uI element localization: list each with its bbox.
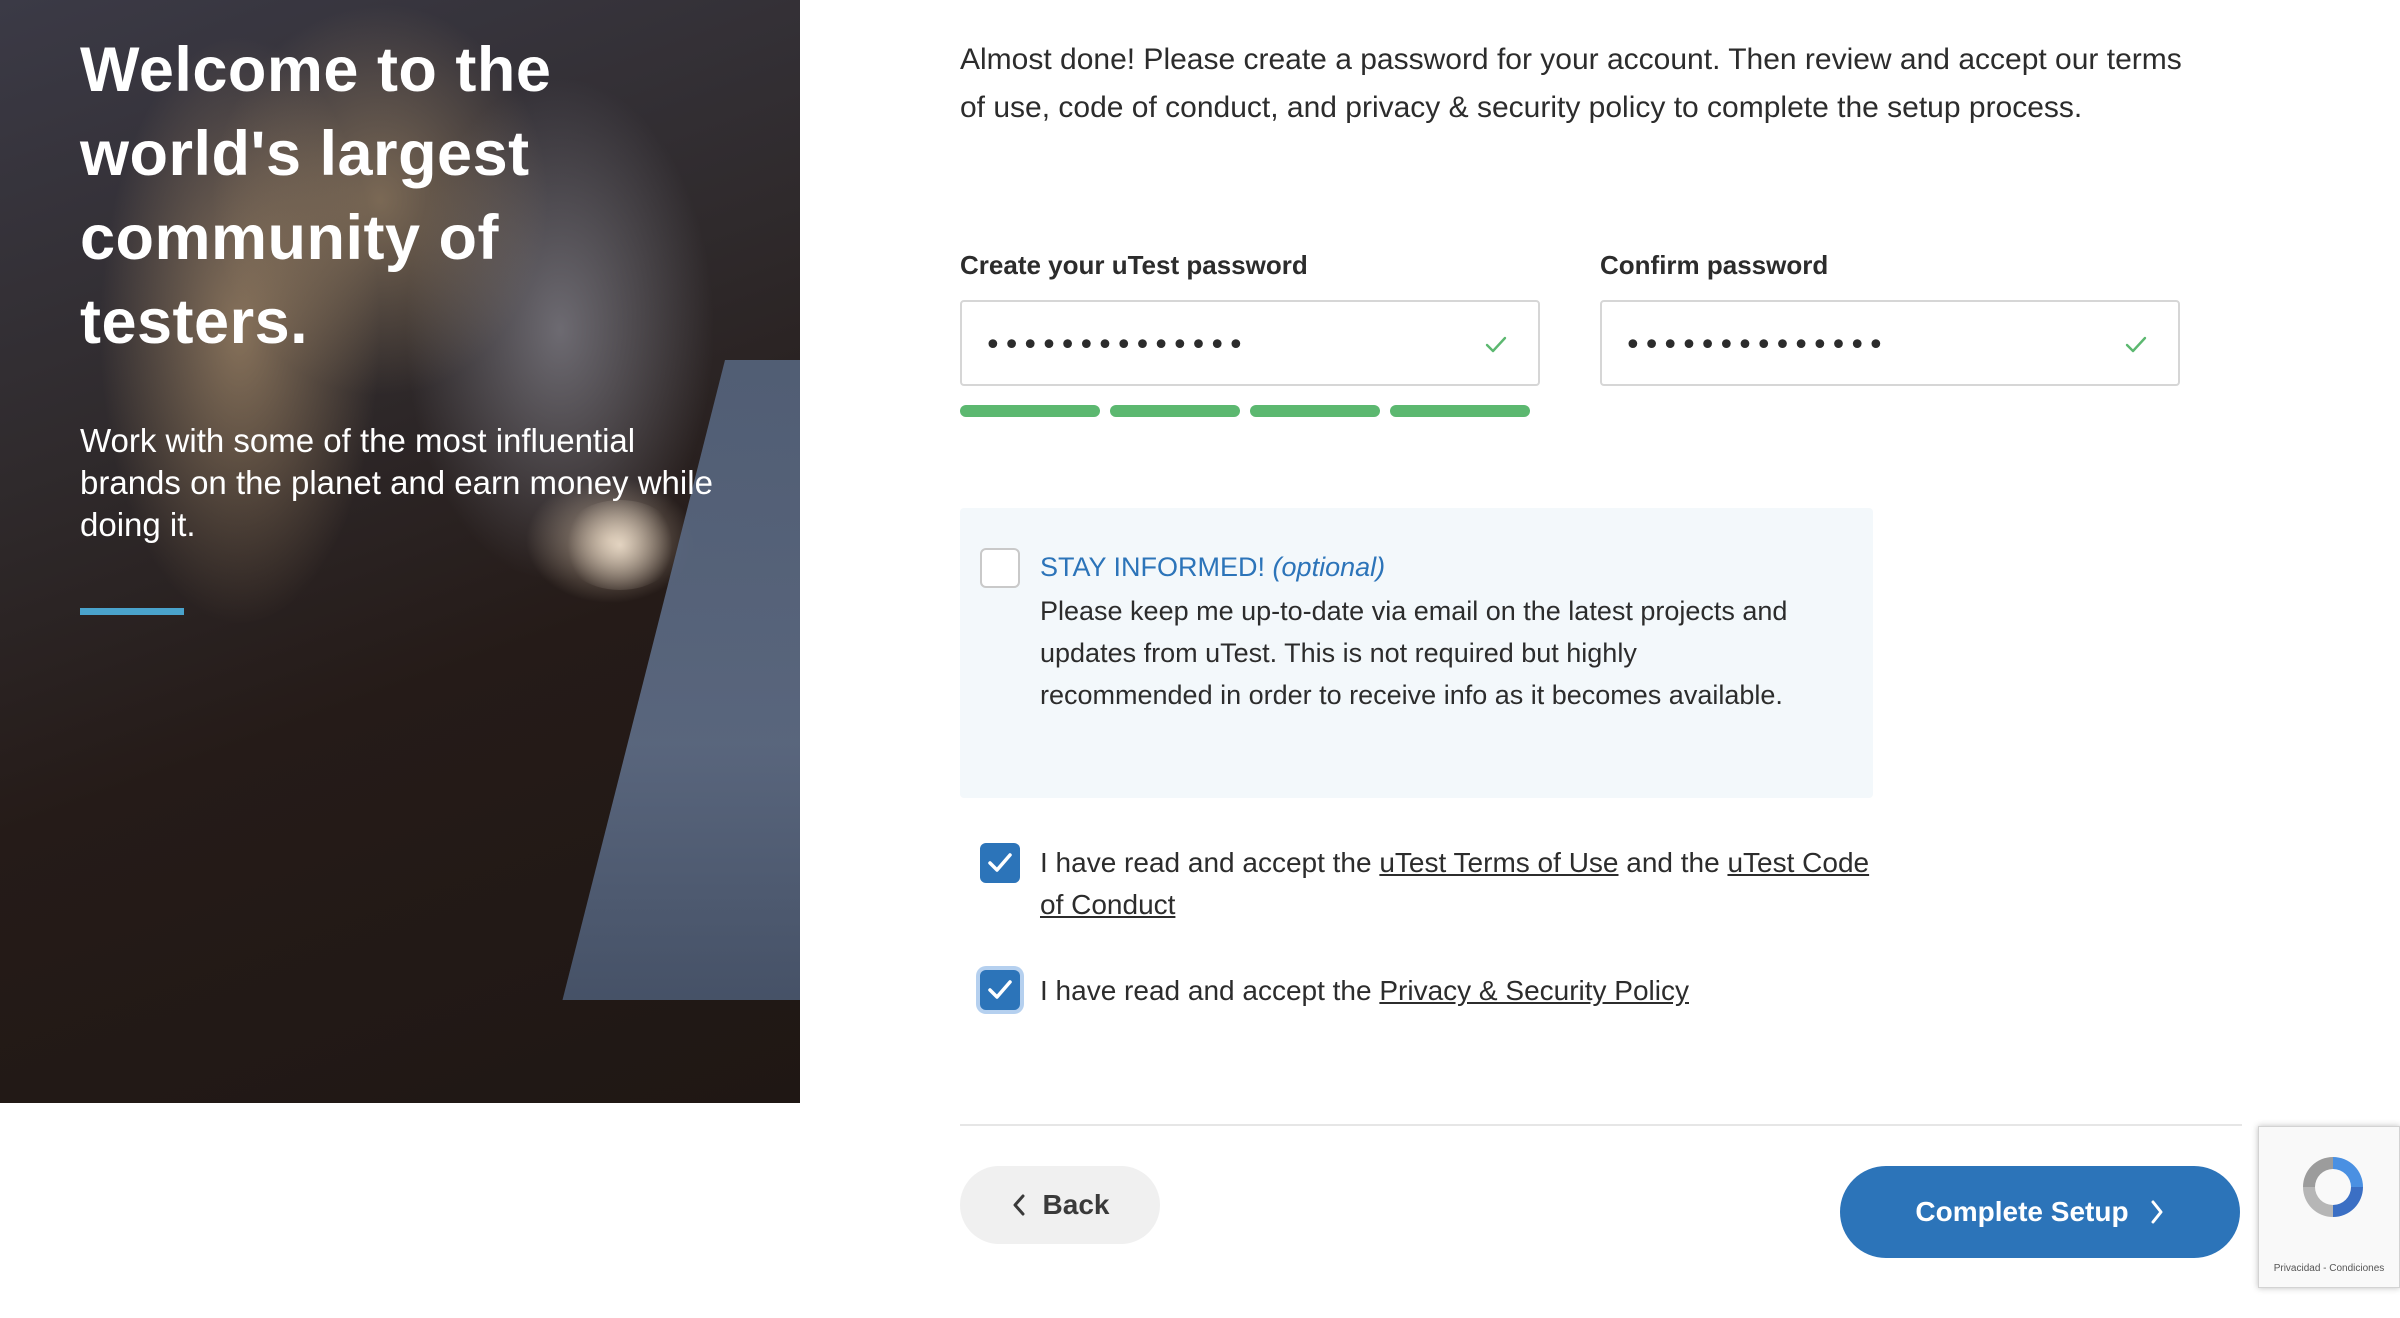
recaptcha-links[interactable]: Privacidad - Condiciones: [2259, 1263, 2399, 1274]
back-button[interactable]: Back: [960, 1166, 1160, 1244]
chevron-right-icon: [2151, 1200, 2163, 1224]
stay-informed-optional-tag: (optional): [1272, 552, 1386, 582]
confirm-password-value: ••••••••••••••: [1624, 328, 1886, 363]
check-icon: [1485, 336, 1507, 353]
recaptcha-icon: [2303, 1157, 2363, 1217]
terms-acceptance-text: I have read and accept the uTest Terms o…: [1040, 842, 1890, 926]
hero-subtitle: Work with some of the most influential b…: [80, 422, 713, 543]
terms-middle: and the: [1626, 847, 1720, 878]
stay-informed-heading: STAY INFORMED!: [1040, 552, 1266, 582]
confirm-password-label: Confirm password: [1600, 250, 1829, 280]
complete-setup-button[interactable]: Complete Setup: [1840, 1166, 2240, 1258]
privacy-prefix: I have read and accept the: [1040, 975, 1372, 1006]
terms-checkbox[interactable]: [980, 843, 1020, 883]
chevron-left-icon: [1013, 1194, 1025, 1216]
checkmark-icon: [988, 853, 1012, 872]
password-strength-meter: [960, 405, 1540, 417]
privacy-acceptance-text: I have read and accept the Privacy & Sec…: [1040, 970, 1890, 1012]
stay-informed-description: Please keep me up-to-date via email on t…: [1040, 596, 1788, 710]
hero-panel: Welcome to the world's largest community…: [0, 0, 800, 1103]
recaptcha-badge[interactable]: Privacidad - Condiciones: [2258, 1126, 2400, 1288]
terms-of-use-link[interactable]: uTest Terms of Use: [1379, 847, 1618, 878]
complete-setup-label: Complete Setup: [1915, 1196, 2129, 1227]
password-value: ••••••••••••••: [984, 328, 1246, 363]
strength-segment: [1250, 405, 1380, 417]
confirm-password-field[interactable]: ••••••••••••••: [1600, 300, 2180, 386]
hero-title: Welcome to the world's largest community…: [80, 35, 552, 357]
stay-informed-title: STAY INFORMED! (optional): [1040, 552, 1385, 583]
stay-informed-panel: STAY INFORMED! (optional) Please keep me…: [960, 508, 1873, 798]
privacy-policy-link[interactable]: Privacy & Security Policy: [1379, 975, 1689, 1006]
check-icon: [2125, 336, 2147, 353]
hero-accent-bar: [80, 608, 184, 615]
back-button-label: Back: [1042, 1189, 1110, 1220]
strength-segment: [1390, 405, 1530, 417]
strength-segment: [1110, 405, 1240, 417]
checkmark-icon: [988, 980, 1012, 999]
footer-divider: [960, 1124, 2242, 1126]
privacy-checkbox[interactable]: [980, 970, 1020, 1010]
setup-intro-text: Almost done! Please create a password fo…: [960, 43, 2182, 124]
password-label: Create your uTest password: [960, 250, 1308, 280]
page: Welcome to the world's largest community…: [0, 0, 2400, 1318]
password-field[interactable]: ••••••••••••••: [960, 300, 1540, 386]
strength-segment: [960, 405, 1100, 417]
stay-informed-checkbox[interactable]: [980, 548, 1020, 588]
terms-prefix: I have read and accept the: [1040, 847, 1372, 878]
